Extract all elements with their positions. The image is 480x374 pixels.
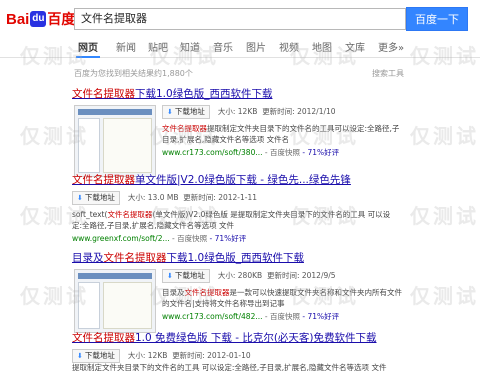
result-url[interactable]: www.cr173.com/soft/482... — [162, 312, 263, 321]
download-button[interactable]: ⬇ 下载地址 — [162, 105, 210, 119]
search-button[interactable]: 百度一下 — [406, 7, 468, 31]
title-highlight: 文件名提取器 — [72, 332, 135, 344]
snippet-prefix: soft_text( — [72, 210, 108, 219]
snapshot-link[interactable]: - 百度快照 — [265, 148, 300, 157]
title-text: 1.0 免费绿色版 下载 - 比克尔(必天客)免费软件下载 — [135, 332, 377, 344]
snippet-prefix: 目录及 — [162, 288, 185, 297]
paw-icon: du — [30, 11, 47, 27]
tab-music[interactable]: 音乐 — [213, 39, 233, 54]
search-result: 文件名提取器1.0 免费绿色版 下载 - 比克尔(必天客)免费软件下载 ⬇ 下载地… — [72, 330, 412, 373]
file-size: 大小: 13.0 MB — [127, 193, 179, 202]
download-label: 下载地址 — [84, 351, 115, 360]
tab-more[interactable]: 更多» — [378, 39, 404, 54]
title-text: 下载1.0绿色版_西西软件下载 — [166, 252, 304, 264]
logo-cn: 百度 — [47, 11, 76, 27]
result-url[interactable]: www.greenxf.com/soft/2... — [72, 234, 170, 243]
tab-video[interactable]: 视频 — [279, 39, 299, 54]
update-time: 更新时间: 2012/1/10 — [262, 107, 336, 116]
result-title-link[interactable]: 目录及文件名提取器下载1.0绿色版_西西软件下载 — [72, 250, 402, 265]
title-highlight: 文件名提取器 — [72, 88, 135, 100]
active-tab-indicator — [76, 56, 100, 58]
file-size: 大小: 12KB — [217, 107, 258, 116]
result-count: 百度为您找到相关结果约1,880个 — [74, 69, 193, 78]
result-snippet: 提取制定文件夹目录下的文件名的工具 可以设定:全路径,子目录,扩展名,隐藏文件名… — [72, 363, 387, 372]
download-button[interactable]: ⬇ 下载地址 — [72, 349, 120, 363]
title-highlight: 文件名提取器 — [72, 174, 135, 186]
search-result: 文件名提取器下载1.0绿色版_西西软件下载 ⬇ 下载地址 大小: 12KB 更新时间… — [72, 86, 402, 179]
result-url-line: www.greenxf.com/soft/2... - 百度快照 - 71%好评 — [72, 233, 402, 245]
result-title-link[interactable]: 文件名提取器下载1.0绿色版_西西软件下载 — [72, 86, 402, 101]
download-icon: ⬇ — [167, 108, 173, 116]
download-label: 下载地址 — [174, 271, 205, 280]
update-time: 更新时间: 2012-01-10 — [172, 351, 251, 360]
download-button[interactable]: ⬇ 下载地址 — [72, 191, 120, 205]
update-time: 更新时间: 2012-1-11 — [183, 193, 258, 202]
watermark: 仅测试 — [410, 124, 479, 148]
result-snippet: soft_text(文件名提取器(单文件版)V2.0绿色版 是提取制定文件夹目录… — [72, 209, 392, 231]
rating-link[interactable]: - 71%好评 — [302, 312, 339, 321]
tab-images[interactable]: 图片 — [246, 39, 266, 54]
watermark: 仅测试 — [410, 284, 479, 308]
download-icon: ⬇ — [167, 272, 173, 280]
result-thumbnail[interactable] — [74, 105, 156, 177]
tab-web[interactable]: 网页 — [78, 39, 98, 54]
result-thumbnail[interactable] — [74, 269, 156, 333]
search-result: 目录及文件名提取器下载1.0绿色版_西西软件下载 ⬇ 下载地址 大小: 280KB … — [72, 250, 402, 339]
result-snippet: 目录及文件名提取器是一款可以快速提取文件夹名称和文件夹内所有文件的文件名|支持将… — [162, 287, 402, 309]
tab-wenku[interactable]: 文库 — [345, 39, 365, 54]
baidu-logo[interactable]: Bai du 百度 — [6, 8, 75, 30]
update-time: 更新时间: 2012/9/5 — [266, 271, 336, 280]
result-snippet: 文件名提取器提取制定文件夹目录下的文件名的工具可以设定:全路径,子目录,扩展名,… — [162, 123, 402, 145]
result-url-line: www.cr173.com/soft/380... - 百度快照 - 71%好评 — [162, 147, 402, 159]
rating-link[interactable]: - 71%好评 — [302, 148, 339, 157]
download-button[interactable]: ⬇ 下载地址 — [162, 269, 210, 283]
tab-map[interactable]: 地图 — [312, 39, 332, 54]
header: Bai du 百度 文件名提取器 百度一下 — [0, 0, 480, 36]
title-text: 下载1.0绿色版_西西软件下载 — [135, 88, 273, 100]
tab-news[interactable]: 新闻 — [116, 39, 136, 54]
file-size: 大小: 280KB — [217, 271, 263, 280]
download-icon: ⬇ — [77, 352, 83, 360]
search-input[interactable]: 文件名提取器 — [74, 8, 406, 30]
tab-zhidao[interactable]: 知道 — [180, 39, 200, 54]
snippet-highlight: 文件名提取器 — [162, 124, 207, 133]
result-title-link[interactable]: 文件名提取器1.0 免费绿色版 下载 - 比克尔(必天客)免费软件下载 — [72, 330, 412, 345]
download-label: 下载地址 — [84, 193, 115, 202]
search-tools-link[interactable]: 搜索工具 — [372, 68, 404, 79]
rating-link[interactable]: - 71%好评 — [210, 234, 247, 243]
result-url[interactable]: www.cr173.com/soft/380... — [162, 148, 263, 157]
watermark: 仅测试 — [410, 204, 479, 228]
download-icon: ⬇ — [77, 194, 83, 202]
tab-tieba[interactable]: 贴吧 — [148, 39, 168, 54]
snapshot-link[interactable]: - 百度快照 — [265, 312, 300, 321]
download-label: 下载地址 — [174, 107, 205, 116]
result-url-line: www.cr173.com/soft/482... - 百度快照 - 71%好评 — [162, 311, 402, 323]
snippet-highlight: 文件名提取器 — [184, 288, 230, 297]
snippet-highlight: 文件名提取器 — [107, 210, 153, 219]
title-text: 单文件版|V2.0绿色版下载 - 绿色先...绿色先锋 — [135, 174, 351, 186]
file-size: 大小: 12KB — [127, 351, 168, 360]
search-result: 文件名提取器单文件版|V2.0绿色版下载 - 绿色先...绿色先锋 ⬇ 下载地址大… — [72, 172, 402, 251]
tab-bar: 网页 新闻 贴吧 知道 音乐 图片 视频 地图 文库 更多» — [0, 36, 480, 58]
logo-bai: Bai — [6, 10, 30, 28]
title-prefix: 目录及 — [72, 252, 104, 264]
title-highlight: 文件名提取器 — [103, 252, 167, 264]
result-title-link[interactable]: 文件名提取器单文件版|V2.0绿色版下载 - 绿色先...绿色先锋 — [72, 172, 402, 187]
snapshot-link[interactable]: - 百度快照 — [172, 234, 207, 243]
